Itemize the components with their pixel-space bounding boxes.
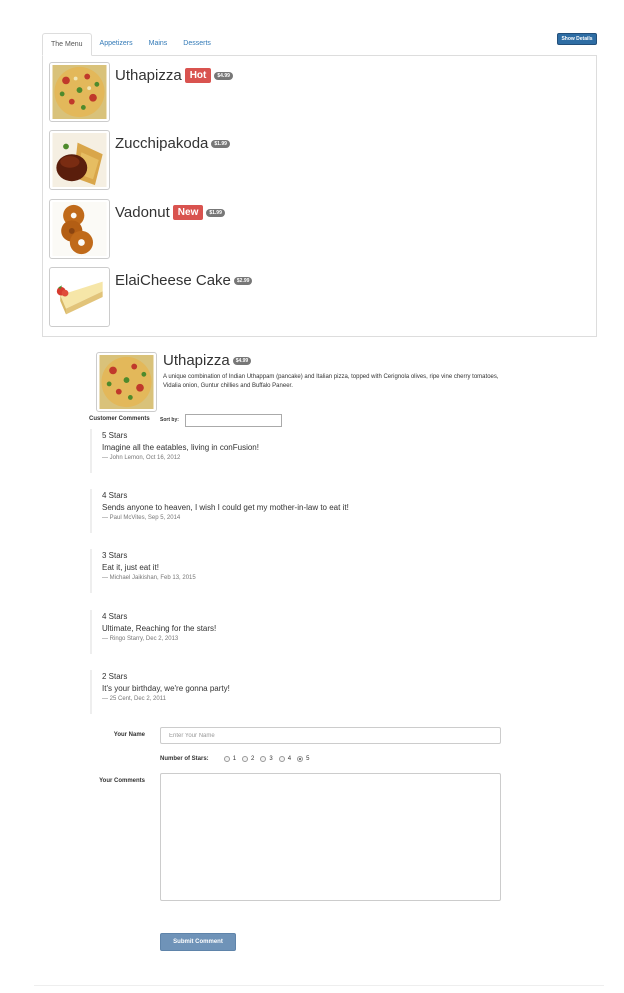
dish-detail-image — [96, 352, 157, 412]
menu-item-name: Uthapizza — [115, 67, 182, 84]
new-label: New — [172, 205, 204, 220]
comment-rating: 5 Stars — [102, 431, 128, 440]
comment-author: — Michael Jaikishan, Feb 13, 2015 — [102, 575, 196, 581]
comment-item: 5 Stars Imagine all the eatables, living… — [90, 429, 259, 473]
comment-text: Sends anyone to heaven, I wish I could g… — [102, 503, 349, 512]
menu-tabs: The Menu Appetizers Mains Desserts — [42, 33, 219, 56]
pizza-image[interactable] — [49, 62, 110, 122]
comment-item: 3 Stars Eat it, just eat it! — Michael J… — [90, 549, 196, 593]
sort-by-label: Sort by: — [160, 417, 179, 423]
menu-item-title: Vadonut New $1.99 — [115, 204, 225, 221]
star-radio-2[interactable]: 2 — [242, 756, 254, 762]
price-badge: $1.99 — [211, 139, 230, 148]
comment-author: — 25 Cent, Dec 2, 2011 — [102, 696, 166, 702]
comment-author: — John Lemon, Oct 16, 2012 — [102, 455, 181, 461]
footer-divider — [34, 985, 604, 986]
pakoda-image[interactable] — [49, 130, 110, 190]
hot-label: Hot — [184, 68, 212, 83]
menu-item[interactable]: Vadonut New $1.99 — [49, 199, 589, 259]
tab-appetizers[interactable]: Appetizers — [92, 33, 141, 56]
name-input[interactable] — [160, 727, 501, 744]
dish-detail-title: Uthapizza $4.99 — [163, 352, 252, 369]
price-badge: $2.99 — [233, 276, 253, 285]
price-badge: $1.99 — [206, 208, 225, 217]
menu-item[interactable]: Uthapizza Hot $4.99 — [49, 62, 589, 122]
comment-rating: 3 Stars — [102, 551, 128, 560]
cheesecake-image[interactable] — [49, 267, 110, 327]
comment-text: Eat it, just eat it! — [102, 563, 159, 572]
menu-item-title: ElaiCheese Cake $2.99 — [115, 272, 253, 289]
stars-radio-group: Number of Stars: 1 2 3 4 5 — [160, 756, 315, 762]
your-comments-label: Your Comments — [99, 778, 145, 784]
comment-author: — Ringo Starry, Dec 2, 2013 — [102, 636, 179, 642]
comment-rating: 4 Stars — [102, 491, 128, 500]
comment-item: 2 Stars It's your birthday, we're gonna … — [90, 670, 230, 714]
tab-the-menu[interactable]: The Menu — [42, 33, 92, 56]
comment-author: — Paul McVites, Sep 5, 2014 — [102, 515, 181, 521]
comment-rating: 4 Stars — [102, 612, 128, 621]
comments-textarea[interactable] — [160, 773, 501, 901]
menu-item-name: Zucchipakoda — [115, 135, 209, 152]
menu-panel: Uthapizza Hot $4.99 Zucchipakoda $1.99 V… — [42, 55, 597, 337]
menu-item-title: Uthapizza Hot $4.99 — [115, 67, 233, 84]
customer-comments-heading: Customer Comments — [89, 416, 150, 422]
comment-rating: 2 Stars — [102, 672, 128, 681]
dish-detail-name: Uthapizza — [163, 352, 230, 369]
star-radio-3[interactable]: 3 — [260, 756, 273, 762]
price-badge: $4.99 — [232, 356, 252, 365]
menu-item-name: ElaiCheese Cake — [115, 272, 231, 289]
star-radio-5[interactable]: 5 — [297, 756, 309, 762]
dish-description: A unique combination of Indian Uthappam … — [163, 374, 499, 389]
comment-text: Ultimate, Reaching for the stars! — [102, 624, 217, 633]
star-radio-1[interactable]: 1 — [223, 756, 236, 762]
donut-image[interactable] — [49, 199, 110, 259]
menu-item[interactable]: Zucchipakoda $1.99 — [49, 130, 589, 190]
submit-comment-button[interactable]: Submit Comment — [160, 933, 236, 951]
menu-item-name: Vadonut — [115, 204, 170, 221]
number-of-stars-label: Number of Stars: — [160, 756, 209, 762]
your-name-label: Your Name — [113, 732, 145, 738]
comment-item: 4 Stars Ultimate, Reaching for the stars… — [90, 610, 216, 654]
star-radio-4[interactable]: 4 — [278, 756, 291, 762]
menu-item[interactable]: ElaiCheese Cake $2.99 — [49, 267, 589, 327]
show-details-button[interactable]: Show Details — [557, 33, 597, 45]
comment-item: 4 Stars Sends anyone to heaven, I wish I… — [90, 489, 349, 533]
tab-mains[interactable]: Mains — [141, 33, 176, 56]
comment-text: It's your birthday, we're gonna party! — [102, 684, 230, 693]
menu-item-title: Zucchipakoda $1.99 — [115, 135, 230, 152]
price-badge: $4.99 — [214, 71, 233, 80]
comment-text: Imagine all the eatables, living in conF… — [102, 443, 259, 452]
tab-desserts[interactable]: Desserts — [175, 33, 219, 56]
sort-by-input[interactable] — [185, 414, 282, 427]
